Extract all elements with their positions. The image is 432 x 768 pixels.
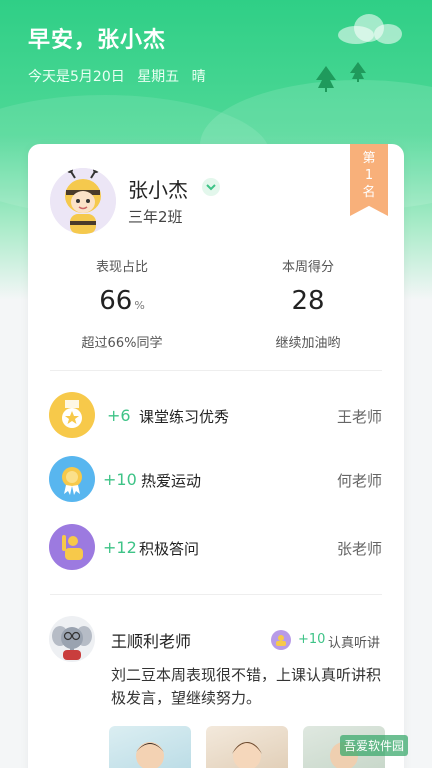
weather-text: 晴 bbox=[191, 69, 206, 85]
chevron-down-icon[interactable] bbox=[202, 178, 220, 196]
award-points: +12 bbox=[103, 538, 137, 557]
date-text: 今天是5月20日 bbox=[28, 69, 125, 85]
student-class: 三年2班 bbox=[128, 208, 183, 226]
bee-avatar-icon bbox=[50, 168, 116, 234]
teacher-name: 王顺利老师 bbox=[111, 632, 192, 651]
award-teacher: 王老师 bbox=[336, 408, 382, 426]
student-name: 张小杰 bbox=[128, 178, 188, 202]
greeting-title: 早安，张小杰 bbox=[28, 28, 167, 53]
comment-points: +10 bbox=[298, 632, 326, 647]
medal-icon bbox=[49, 392, 95, 438]
award-points: +10 bbox=[103, 470, 137, 489]
tree-icon bbox=[350, 62, 366, 82]
photo-thumbnail[interactable] bbox=[206, 726, 288, 768]
award-teacher: 张老师 bbox=[336, 540, 382, 558]
weekly-score-label: 本周得分 bbox=[281, 260, 334, 275]
performance-label: 表现占比 bbox=[95, 260, 148, 275]
cloud-icon bbox=[338, 14, 402, 44]
divider bbox=[50, 594, 382, 595]
award-teacher: 何老师 bbox=[336, 472, 382, 490]
comment-text: 刘二豆本周表现很不错，上课认真听讲积极发言，望继续努力。 bbox=[111, 666, 382, 707]
performance-sub: 超过66%同学 bbox=[81, 336, 163, 351]
teacher-avatar[interactable] bbox=[49, 616, 95, 662]
performance-value: 66% bbox=[52, 286, 192, 316]
raise-hand-icon bbox=[49, 524, 95, 570]
tree-icon bbox=[316, 66, 336, 92]
rank-ribbon: 第1名 bbox=[350, 144, 388, 216]
student-avatar[interactable] bbox=[50, 168, 116, 234]
weekly-score-sub: 继续加油哟 bbox=[275, 336, 341, 351]
performance-number: 66 bbox=[99, 286, 133, 316]
elephant-avatar-icon bbox=[52, 626, 92, 660]
weekly-score-value: 28 bbox=[291, 286, 325, 316]
listen-badge-icon bbox=[271, 630, 291, 650]
comment-tag: 认真听讲 bbox=[328, 636, 381, 651]
award-title: 积极答问 bbox=[139, 540, 200, 558]
photo-thumbnail[interactable] bbox=[109, 726, 191, 768]
weekday-text: 星期五 bbox=[137, 69, 180, 85]
award-title: 热爱运动 bbox=[141, 472, 202, 490]
divider bbox=[50, 370, 382, 371]
performance-unit: % bbox=[134, 299, 145, 312]
award-points: +6 bbox=[107, 406, 131, 425]
award-title: 课堂练习优秀 bbox=[139, 408, 230, 426]
date-weather-line: 今天是5月20日 星期五 晴 bbox=[28, 66, 214, 86]
sports-award-icon bbox=[49, 456, 95, 502]
rank-label: 第1名 bbox=[362, 151, 376, 200]
watermark-logo: 吾爱软件园 bbox=[340, 735, 409, 756]
